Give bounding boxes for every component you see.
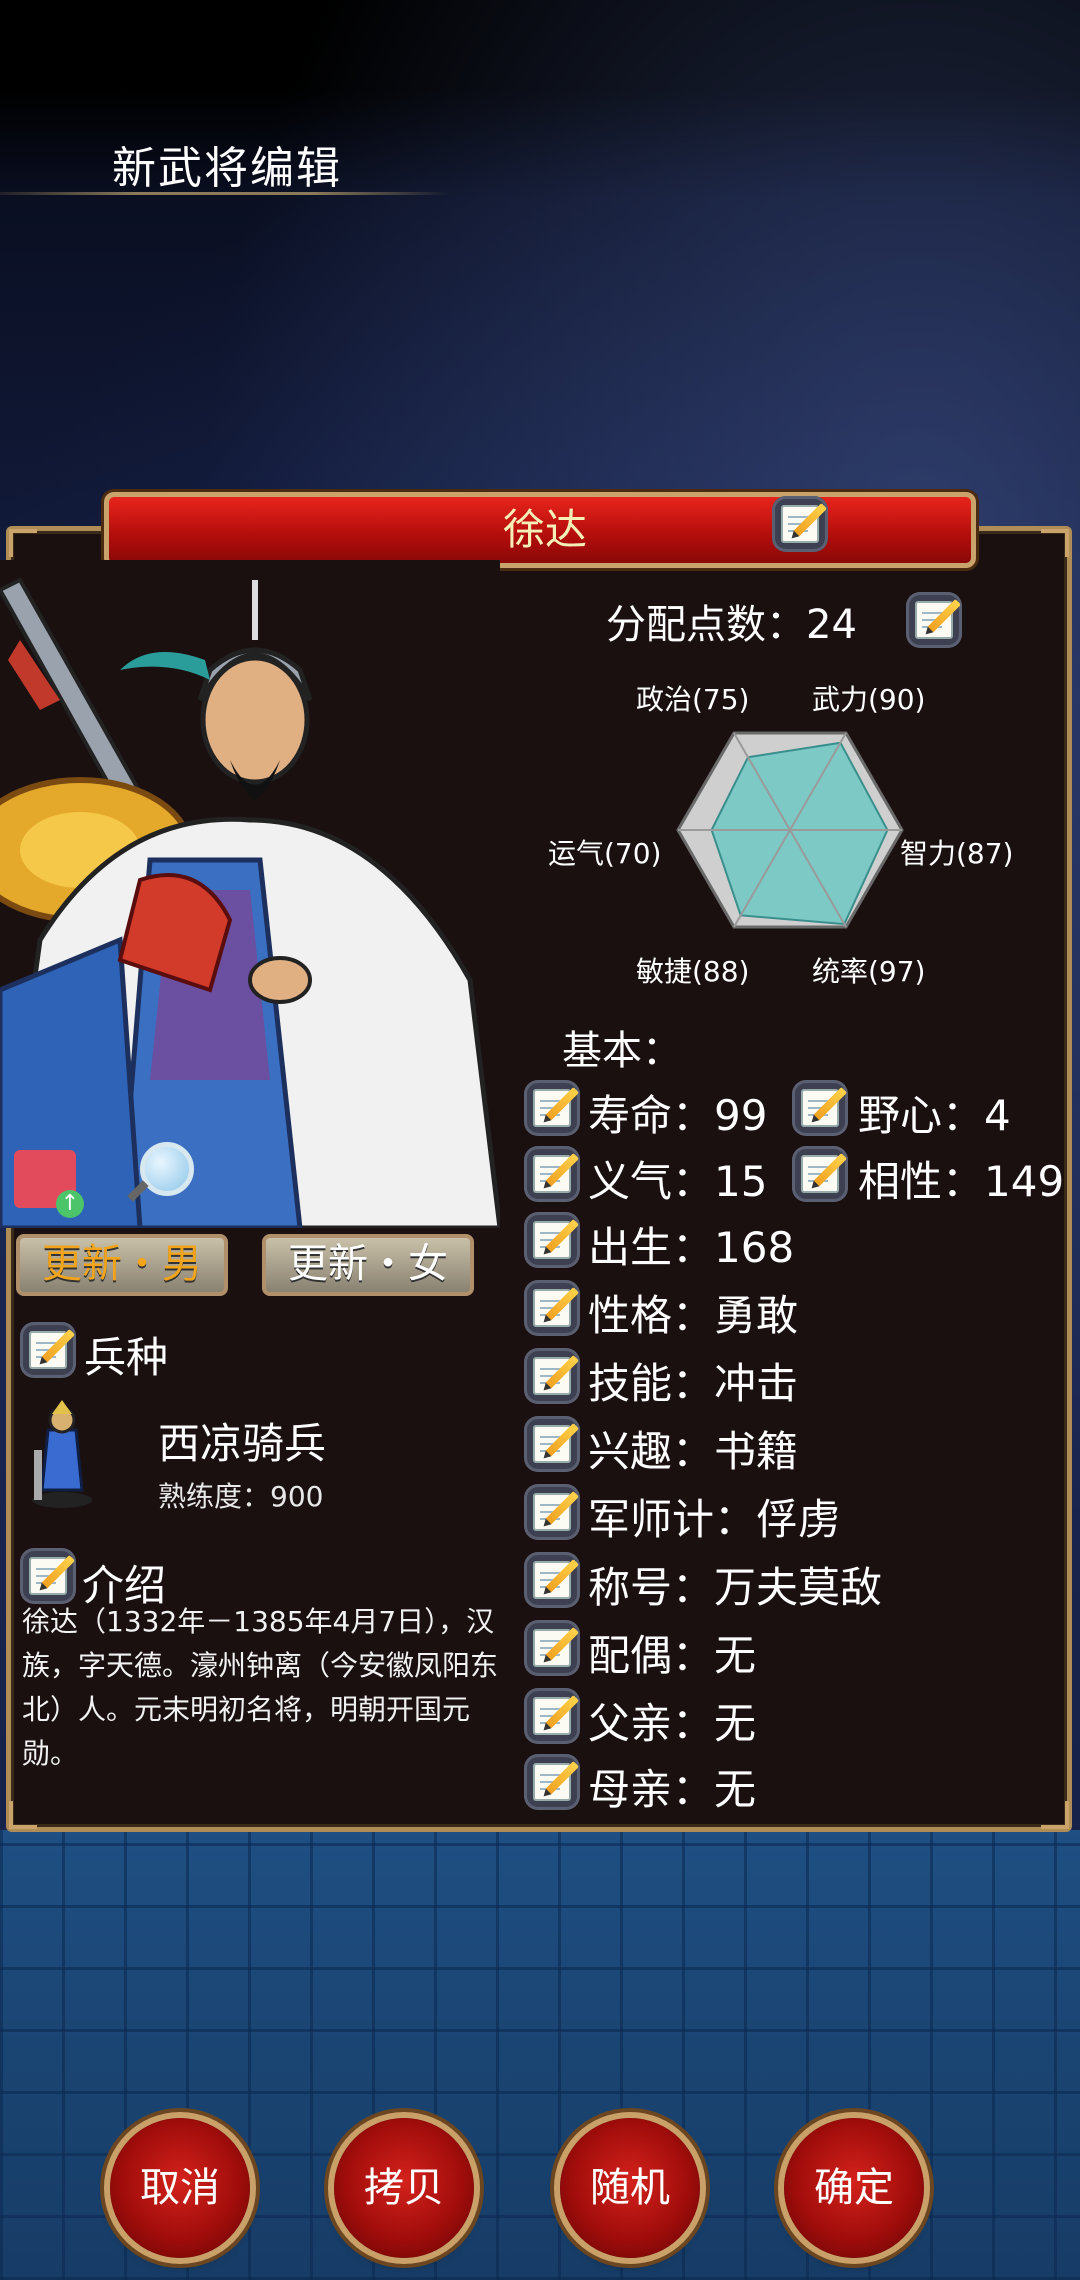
edit-birth-button[interactable] bbox=[524, 1212, 580, 1268]
edit-intro-button[interactable] bbox=[20, 1548, 76, 1604]
random-button[interactable]: 随机 bbox=[560, 2118, 700, 2258]
edit-mother-button[interactable] bbox=[524, 1754, 580, 1810]
edit-name-button[interactable] bbox=[772, 496, 828, 552]
attr-interest: 兴趣：书籍 bbox=[588, 1427, 799, 1476]
stat-intellect-label: 智力(87) bbox=[900, 837, 1014, 870]
stat-luck-label: 运气(70) bbox=[548, 837, 662, 870]
update-female-button[interactable]: 更新・女 bbox=[262, 1234, 474, 1296]
stat-force-label: 武力(90) bbox=[812, 683, 926, 716]
attr-compatibility: 相性：149 bbox=[858, 1157, 1065, 1206]
title-underline bbox=[0, 192, 450, 195]
troop-name: 西凉骑兵 bbox=[158, 1419, 327, 1468]
attr-lifespan: 寿命：99 bbox=[588, 1091, 768, 1140]
attr-personality: 性格：勇敢 bbox=[588, 1291, 799, 1340]
edit-personality-button[interactable] bbox=[524, 1280, 580, 1336]
edit-spouse-button[interactable] bbox=[524, 1620, 580, 1676]
attr-mother: 母亲：无 bbox=[588, 1765, 757, 1814]
copy-button[interactable]: 拷贝 bbox=[334, 2118, 474, 2258]
attr-strategist: 军师计：俘虏 bbox=[588, 1495, 841, 1544]
stat-agility-label: 敏捷(88) bbox=[636, 955, 750, 988]
edit-strategist-button[interactable] bbox=[524, 1484, 580, 1540]
edit-points-button[interactable] bbox=[906, 592, 962, 648]
attr-loyalty: 义气：15 bbox=[588, 1157, 768, 1206]
stat-politics-label: 政治(75) bbox=[636, 683, 750, 716]
attr-spouse: 配偶：无 bbox=[588, 1631, 757, 1680]
intro-text: 徐达（1332年－1385年4月7日），汉族，字天德。濠州钟离（今安徽凤阳东北）… bbox=[22, 1605, 499, 1770]
attr-skill: 技能：冲击 bbox=[588, 1359, 799, 1408]
attr-ambition: 野心：4 bbox=[858, 1091, 1011, 1140]
stat-command-label: 统率(97) bbox=[812, 955, 926, 988]
confirm-button[interactable]: 确定 bbox=[784, 2118, 924, 2258]
edit-father-button[interactable] bbox=[524, 1688, 580, 1744]
points-value: 24 bbox=[806, 602, 857, 648]
general-portrait[interactable] bbox=[0, 560, 503, 1234]
troop-label: 兵种 bbox=[84, 1333, 169, 1382]
update-male-button[interactable]: 更新・男 bbox=[16, 1234, 228, 1296]
edit-interest-button[interactable] bbox=[524, 1416, 580, 1472]
troop-proficiency: 熟练度：900 bbox=[158, 1480, 324, 1513]
stats-radar: 政治(75) 武力(90) 智力(87) 统率(97) 敏捷(88) 运气(70… bbox=[540, 660, 1040, 1000]
edit-skill-button[interactable] bbox=[524, 1348, 580, 1404]
cancel-button[interactable]: 取消 bbox=[110, 2118, 250, 2258]
attr-title: 称号：万夫莫敌 bbox=[588, 1563, 883, 1612]
cavalry-icon bbox=[30, 1400, 94, 1512]
edit-title-button[interactable] bbox=[524, 1552, 580, 1608]
edit-loyalty-button[interactable] bbox=[524, 1146, 580, 1202]
edit-troop-button[interactable] bbox=[20, 1322, 76, 1378]
zoom-icon[interactable] bbox=[127, 1142, 194, 1202]
corner-ornament bbox=[1041, 1801, 1069, 1829]
header: 新武将编辑 bbox=[0, 90, 460, 200]
edit-lifespan-button[interactable] bbox=[524, 1080, 580, 1136]
page-title: 新武将编辑 bbox=[112, 143, 342, 194]
basic-title: 基本： bbox=[562, 1028, 682, 1074]
corner-ornament bbox=[9, 1801, 37, 1829]
name-bar: 徐达 bbox=[104, 492, 976, 568]
corner-ornament bbox=[9, 529, 37, 557]
edit-ambition-button[interactable] bbox=[792, 1080, 848, 1136]
allocation-points: 分配点数：24 bbox=[606, 592, 857, 650]
points-label: 分配点数： bbox=[606, 602, 806, 648]
general-name: 徐达 bbox=[502, 505, 587, 554]
edit-compatibility-button[interactable] bbox=[792, 1146, 848, 1202]
photo-upload-icon[interactable]: ↑ bbox=[14, 1150, 84, 1218]
attr-father: 父亲：无 bbox=[588, 1699, 757, 1748]
corner-ornament bbox=[1041, 529, 1069, 557]
attr-birth: 出生：168 bbox=[588, 1223, 795, 1272]
